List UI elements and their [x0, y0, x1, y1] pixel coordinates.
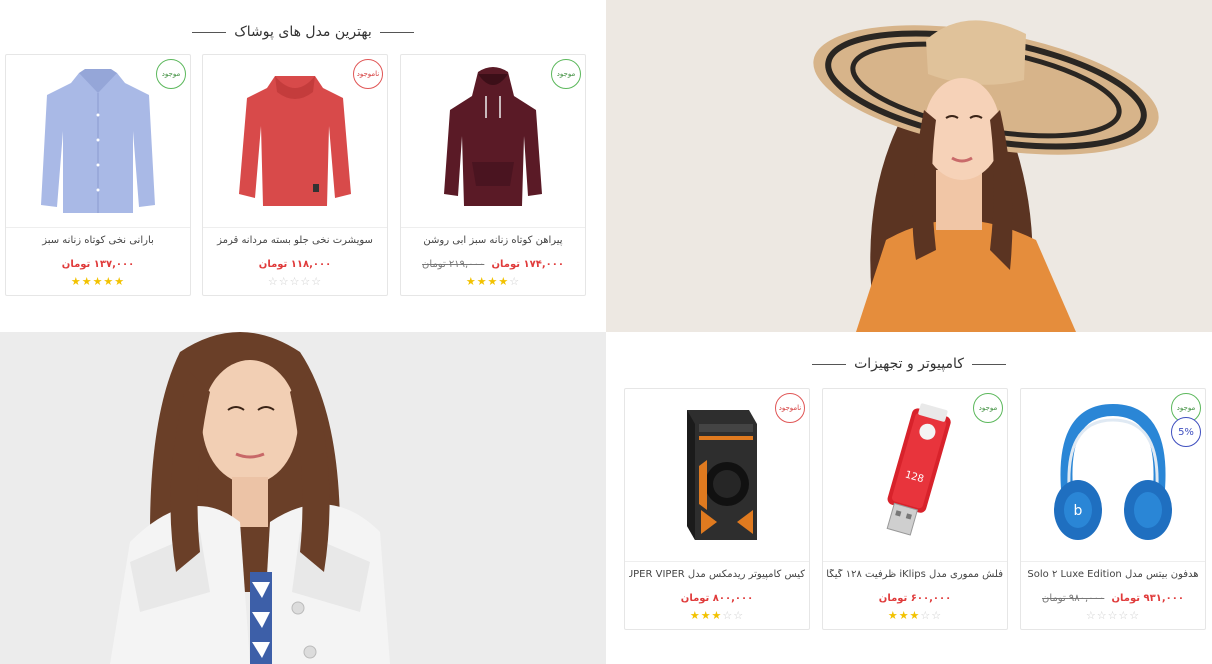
- product-card-shirt[interactable]: موجود بارانی نخی کوتاه زنانه سبز ۱۳۷,۰۰۰…: [5, 54, 191, 296]
- clothing-section: بهترین مدل های پوشاک موجود پیراهن کوتاه …: [0, 0, 606, 332]
- product-name[interactable]: فلش مموری مدل iKlips ظرفیت ۱۲۸ گیگابایت: [827, 569, 1003, 580]
- stock-badge: ناموجود: [775, 393, 805, 423]
- product-price: ۱۳۷,۰۰۰ تومان: [61, 259, 135, 270]
- stock-badge: موجود: [551, 59, 581, 89]
- product-card-hoodie[interactable]: موجود پیراهن کوتاه زنانه سبز آبی روشن ۱۷…: [400, 54, 586, 296]
- product-card-sweater[interactable]: ناموجود سویشرت نخی جلو بسته مردانه قرمز …: [202, 54, 388, 296]
- product-name[interactable]: کیس کامپیوتر ریدمکس مدل SUPER VIPER: [629, 569, 805, 580]
- rating-stars: ★★★☆☆: [689, 609, 745, 622]
- woman-in-straw-hat-photo: [813, 20, 1159, 332]
- product-price: ۹۳۱,۰۰۰ تومان ۹۸۰,۰۰۰ تومان: [1042, 593, 1184, 604]
- woman-in-white-jacket-photo: [110, 332, 390, 664]
- clothing-section-title: بهترین مدل های پوشاک: [0, 24, 606, 40]
- product-name[interactable]: سویشرت نخی جلو بسته مردانه قرمز: [207, 235, 383, 246]
- svg-text:b: b: [1074, 503, 1083, 519]
- banner-woman-jacket[interactable]: [0, 332, 606, 664]
- discount-badge: 5%: [1171, 417, 1201, 447]
- rating-stars: ★★★★☆: [465, 275, 521, 288]
- product-card-headphones[interactable]: b موجود 5% هدفون بیتس مدل Solo ۲ Luxe Ed…: [1020, 388, 1206, 630]
- computer-section-title: کامپیوتر و تجهیزات: [606, 356, 1212, 372]
- product-price: ۱۱۸,۰۰۰ تومان: [258, 259, 332, 270]
- product-name[interactable]: پیراهن کوتاه زنانه سبز آبی روشن: [405, 235, 581, 246]
- computer-section: کامپیوتر و تجهیزات b موجود 5% هدفون بیتس…: [606, 332, 1212, 664]
- page: بهترین مدل های پوشاک موجود پیراهن کوتاه …: [0, 0, 1212, 664]
- rating-stars: ★★★☆☆: [887, 609, 943, 622]
- product-name[interactable]: بارانی نخی کوتاه زنانه سبز: [10, 235, 186, 246]
- product-price: ۶۰۰,۰۰۰ تومان: [878, 593, 952, 604]
- rating-stars: ☆☆☆☆☆: [1085, 609, 1141, 622]
- stock-badge: ناموجود: [353, 59, 383, 89]
- banner-woman-hat[interactable]: [606, 0, 1212, 332]
- product-card-usb-flash[interactable]: 128 موجود فلش مموری مدل iKlips ظرفیت ۱۲۸…: [822, 388, 1008, 630]
- rating-stars: ★★★★★: [70, 275, 126, 288]
- stock-badge: موجود: [156, 59, 186, 89]
- product-card-pc-case[interactable]: ناموجود کیس کامپیوتر ریدمکس مدل SUPER VI…: [624, 388, 810, 630]
- stock-badge: موجود: [973, 393, 1003, 423]
- rating-stars: ☆☆☆☆☆: [267, 275, 323, 288]
- product-name[interactable]: هدفون بیتس مدل Solo ۲ Luxe Edition: [1025, 569, 1201, 580]
- product-price: ۸۰۰,۰۰۰ تومان: [680, 593, 754, 604]
- product-price: ۱۷۴,۰۰۰ تومان ۲۱۹,۰۰۰ تومان: [422, 259, 564, 270]
